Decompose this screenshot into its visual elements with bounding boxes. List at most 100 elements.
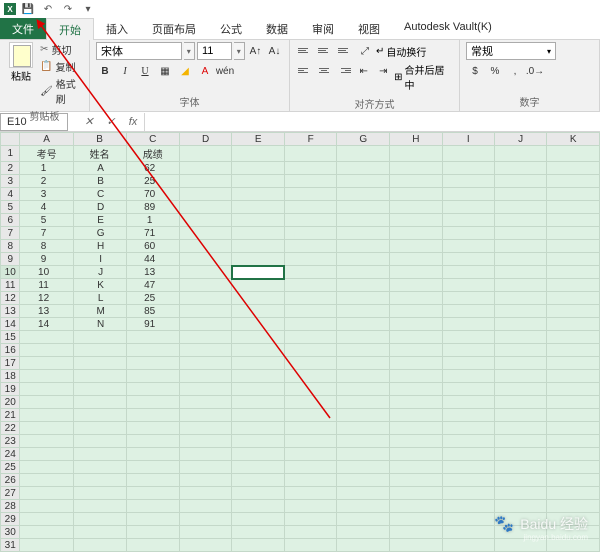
cell[interactable]	[442, 461, 494, 474]
cell[interactable]	[390, 279, 443, 292]
cell[interactable]	[442, 292, 494, 305]
cell[interactable]	[547, 266, 600, 279]
row-header[interactable]: 21	[1, 409, 20, 422]
cell[interactable]	[337, 279, 390, 292]
cell[interactable]	[494, 305, 546, 318]
cell[interactable]	[442, 370, 494, 383]
cell[interactable]	[494, 318, 546, 331]
cell[interactable]	[442, 266, 494, 279]
row-header[interactable]: 24	[1, 448, 20, 461]
cell[interactable]	[442, 357, 494, 370]
cell[interactable]: B	[73, 175, 126, 188]
cell[interactable]	[284, 253, 337, 266]
cell[interactable]	[284, 266, 337, 279]
cell[interactable]	[337, 331, 390, 344]
cell[interactable]	[390, 305, 443, 318]
cell[interactable]: D	[73, 201, 126, 214]
cell[interactable]	[442, 448, 494, 461]
cell[interactable]	[232, 370, 285, 383]
cell[interactable]: 7	[20, 227, 73, 240]
tab-page-layout[interactable]: 页面布局	[140, 18, 208, 39]
cell[interactable]	[442, 188, 494, 201]
cell[interactable]	[494, 175, 546, 188]
row-header[interactable]: 28	[1, 500, 20, 513]
select-all-corner[interactable]	[1, 133, 20, 146]
cell[interactable]	[390, 227, 443, 240]
cell[interactable]	[547, 396, 600, 409]
cell[interactable]	[232, 305, 285, 318]
cell[interactable]	[494, 266, 546, 279]
cell[interactable]	[337, 188, 390, 201]
cell[interactable]	[390, 383, 443, 396]
cell[interactable]	[179, 344, 232, 357]
cell[interactable]	[337, 292, 390, 305]
cell[interactable]	[284, 396, 337, 409]
cell[interactable]: 71	[126, 227, 179, 240]
cell[interactable]	[73, 487, 126, 500]
cell[interactable]	[232, 331, 285, 344]
cell[interactable]: 姓名	[73, 146, 126, 162]
formula-input[interactable]	[144, 113, 600, 131]
cell[interactable]	[390, 422, 443, 435]
cell[interactable]	[232, 422, 285, 435]
cell[interactable]	[284, 240, 337, 253]
cell[interactable]	[179, 214, 232, 227]
cell[interactable]	[337, 487, 390, 500]
cell[interactable]	[442, 422, 494, 435]
cell[interactable]	[232, 396, 285, 409]
cell[interactable]	[179, 162, 232, 175]
cell[interactable]	[284, 370, 337, 383]
cell[interactable]	[20, 435, 73, 448]
cell[interactable]: 8	[20, 240, 73, 253]
cell[interactable]	[390, 474, 443, 487]
cell[interactable]	[20, 461, 73, 474]
column-header[interactable]: B	[73, 133, 126, 146]
cell[interactable]	[337, 266, 390, 279]
row-header[interactable]: 11	[1, 279, 20, 292]
cell[interactable]	[73, 539, 126, 552]
cell[interactable]	[390, 201, 443, 214]
number-format-select[interactable]: 常规▾	[466, 42, 556, 60]
cell[interactable]	[20, 383, 73, 396]
cell[interactable]: L	[73, 292, 126, 305]
cell[interactable]	[442, 146, 494, 162]
cell[interactable]	[442, 383, 494, 396]
cell[interactable]	[20, 422, 73, 435]
cell[interactable]	[73, 461, 126, 474]
cell[interactable]	[337, 422, 390, 435]
cell[interactable]	[232, 383, 285, 396]
cell[interactable]: 12	[20, 292, 73, 305]
cell[interactable]	[73, 383, 126, 396]
cell[interactable]	[179, 279, 232, 292]
cell[interactable]	[20, 344, 73, 357]
cell[interactable]	[232, 188, 285, 201]
cell[interactable]	[494, 461, 546, 474]
cell[interactable]	[232, 435, 285, 448]
cell[interactable]	[390, 396, 443, 409]
cell[interactable]	[442, 409, 494, 422]
cell[interactable]	[494, 162, 546, 175]
cell[interactable]: 91	[126, 318, 179, 331]
cell[interactable]	[20, 526, 73, 539]
cell[interactable]	[390, 370, 443, 383]
cell[interactable]	[179, 526, 232, 539]
cell[interactable]	[20, 487, 73, 500]
cell[interactable]	[232, 344, 285, 357]
cell[interactable]	[20, 370, 73, 383]
cell[interactable]	[284, 331, 337, 344]
align-top-button[interactable]	[296, 42, 314, 58]
font-color-button[interactable]: A	[196, 62, 214, 80]
cell[interactable]	[494, 227, 546, 240]
cell[interactable]: 85	[126, 305, 179, 318]
cell[interactable]: 2	[20, 175, 73, 188]
cell[interactable]	[390, 214, 443, 227]
row-header[interactable]: 13	[1, 305, 20, 318]
cell[interactable]	[126, 448, 179, 461]
cell[interactable]	[179, 383, 232, 396]
cell[interactable]	[390, 162, 443, 175]
underline-button[interactable]: U	[136, 62, 154, 80]
bold-button[interactable]: B	[96, 62, 114, 80]
cell[interactable]	[390, 409, 443, 422]
cell[interactable]	[126, 487, 179, 500]
cell[interactable]	[179, 318, 232, 331]
